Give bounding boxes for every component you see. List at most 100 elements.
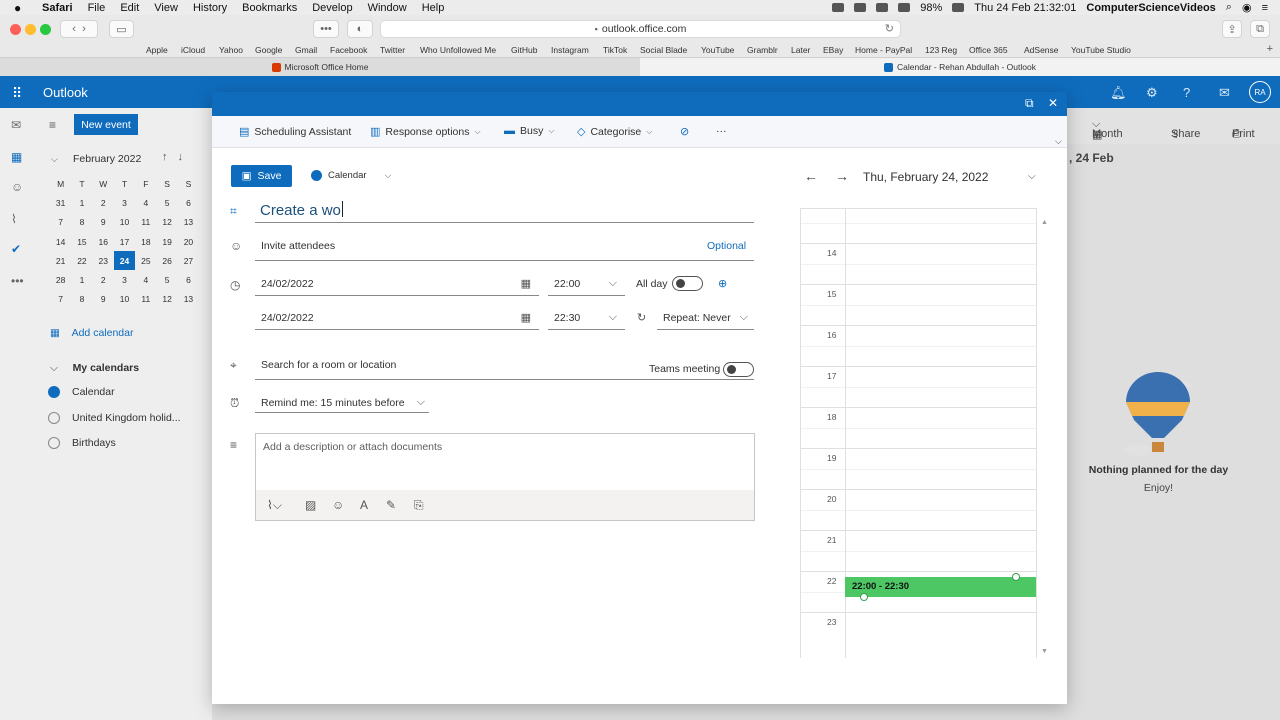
status-icon[interactable] <box>876 3 889 12</box>
mini-calendar-day[interactable]: 9 <box>93 290 114 309</box>
categorise-button[interactable]: ◇ Categorise ⌵ <box>577 125 652 139</box>
calendar-select[interactable]: Calendar ⌵ <box>311 170 391 181</box>
gear-icon[interactable]: ⚙ <box>1146 85 1158 101</box>
todo-icon[interactable]: ✔ <box>11 242 21 256</box>
mini-calendar-day[interactable]: 14 <box>50 232 71 251</box>
siri-icon[interactable]: ◉ <box>1242 1 1252 14</box>
resize-handle[interactable] <box>1012 573 1020 581</box>
teams-meeting-toggle[interactable] <box>723 362 754 377</box>
month-view-button[interactable]: ▦ Month ⌵ <box>1092 118 1123 141</box>
mini-calendar-day[interactable]: 2 <box>93 193 114 212</box>
description-editor[interactable]: Add a description or attach documents ⌇⌵… <box>255 433 755 521</box>
menu-file[interactable]: File <box>88 2 106 14</box>
calendar-picker-icon[interactable]: ▦ <box>521 277 531 290</box>
menu-safari[interactable]: Safari <box>42 2 73 14</box>
timezone-icon[interactable]: ⊕ <box>718 277 727 290</box>
scroll-down-icon[interactable]: ▼ <box>1041 648 1048 655</box>
share-button[interactable]: ⇪ <box>1222 20 1242 38</box>
busy-status-button[interactable]: ▬ Busy ⌵ <box>504 125 554 137</box>
menu-icon[interactable]: ≡ <box>49 118 56 132</box>
favorite-link[interactable]: YouTube Studio <box>1071 45 1131 55</box>
tab-outlook-calendar[interactable]: Calendar - Rehan Abdullah - Outlook <box>640 58 1280 76</box>
sidebar-toggle-button[interactable]: ▭ <box>109 20 134 38</box>
megaphone-icon[interactable]: ✉ <box>1219 85 1230 101</box>
mini-calendar-day[interactable]: 4 <box>135 270 156 289</box>
event-preview-block[interactable]: 22:00 - 22:30 <box>845 577 1036 597</box>
mini-calendar-day[interactable]: 16 <box>93 232 114 251</box>
calendar-item[interactable]: Calendar <box>48 386 115 398</box>
favorite-link[interactable]: Gramblr <box>747 45 778 55</box>
address-bar[interactable]: ▪ outlook.office.com ↻ <box>380 20 901 38</box>
clock[interactable]: Thu 24 Feb 21:32:01 <box>974 2 1076 14</box>
pop-out-icon[interactable]: ⧉ <box>1025 96 1034 111</box>
favorite-link[interactable]: Gmail <box>295 45 317 55</box>
battery-icon[interactable] <box>952 3 965 12</box>
mini-calendar-day[interactable]: 18 <box>135 232 156 251</box>
add-favorite-icon[interactable]: + <box>1267 43 1273 55</box>
response-options-button[interactable]: ▥ Response options ⌵ <box>370 125 481 139</box>
next-day-icon[interactable]: → <box>835 168 849 184</box>
scroll-up-icon[interactable]: ▲ <box>1041 219 1048 226</box>
back-icon[interactable]: ‹ <box>72 23 76 35</box>
mini-calendar-day[interactable]: 20 <box>178 232 199 251</box>
tab-office-home[interactable]: Microsoft Office Home <box>0 58 640 76</box>
favorite-link[interactable]: AdSense <box>1024 45 1059 55</box>
mini-calendar-day[interactable]: 6 <box>178 270 199 289</box>
calendar-icon[interactable]: ▦ <box>11 150 22 164</box>
mini-calendar-day[interactable]: 27 <box>178 251 199 270</box>
mini-calendar-title[interactable]: February 2022 <box>73 153 141 165</box>
attach-icon[interactable]: ⌇⌵ <box>267 498 282 513</box>
mail-icon[interactable]: ✉ <box>11 118 21 132</box>
circle-icon[interactable] <box>48 412 60 424</box>
repeat-select[interactable]: Repeat: Never ⌵ <box>657 307 754 330</box>
favorite-link[interactable]: Social Blade <box>640 45 687 55</box>
previous-day-icon[interactable]: ← <box>804 168 818 184</box>
format-icon[interactable]: A <box>360 498 368 512</box>
attach-icon[interactable]: ⌇ <box>11 212 17 226</box>
menu-edit[interactable]: Edit <box>120 2 139 14</box>
mini-calendar-day[interactable]: 21 <box>50 251 71 270</box>
calendar-picker-icon[interactable]: ▦ <box>521 311 531 324</box>
chevron-down-icon[interactable]: ⌵ <box>51 154 58 165</box>
end-date-input[interactable]: 24/02/2022 ▦ <box>255 307 539 330</box>
resize-handle[interactable] <box>860 593 868 601</box>
menu-help[interactable]: Help <box>422 2 445 14</box>
arrow-up-icon[interactable]: ↑ <box>162 151 178 163</box>
more-apps-icon[interactable]: ••• <box>11 274 24 288</box>
mini-calendar-day[interactable]: 19 <box>156 232 177 251</box>
favorite-link[interactable]: Instagram <box>551 45 589 55</box>
mini-calendar-day[interactable]: 1 <box>71 193 92 212</box>
mini-calendar-day[interactable]: 7 <box>50 213 71 232</box>
favorite-link[interactable]: Google <box>255 45 282 55</box>
mini-calendar-day[interactable]: 24 <box>113 251 136 271</box>
mini-calendar-day[interactable]: 25 <box>135 251 156 270</box>
day-pane-date[interactable]: Thu, February 24, 2022 <box>863 170 988 184</box>
mini-calendar-day[interactable]: 31 <box>50 193 71 212</box>
favorite-link[interactable]: Home - PayPal <box>855 45 912 55</box>
menu-window[interactable]: Window <box>368 2 407 14</box>
user-name[interactable]: ComputerScienceVideos <box>1086 2 1215 14</box>
image-icon[interactable]: ▨ <box>305 498 316 512</box>
calendar-item[interactable]: Birthdays <box>48 437 116 449</box>
mini-calendar-day[interactable]: 26 <box>156 251 177 270</box>
arrow-down-icon[interactable]: ↓ <box>178 151 194 163</box>
mini-calendar-day[interactable]: 8 <box>71 290 92 309</box>
mini-calendar-day[interactable]: 5 <box>156 193 177 212</box>
favorite-link[interactable]: TikTok <box>603 45 627 55</box>
mini-calendar-day[interactable]: 12 <box>156 290 177 309</box>
chevron-down-icon[interactable]: ⌵ <box>1055 136 1062 147</box>
mini-calendar-day[interactable]: 3 <box>114 270 135 289</box>
mini-calendar-day[interactable]: 17 <box>114 232 135 251</box>
event-title-input[interactable]: Create a wo <box>255 198 754 223</box>
status-icon[interactable] <box>832 3 845 12</box>
favorite-link[interactable]: iCloud <box>181 45 205 55</box>
mini-calendar-day[interactable]: 9 <box>93 213 114 232</box>
calendar-item[interactable]: United Kingdom holid... <box>48 412 181 424</box>
tab-overview-button[interactable]: ••• <box>313 20 339 38</box>
mini-calendar-day[interactable]: 15 <box>71 232 92 251</box>
favorite-link[interactable]: Facebook <box>330 45 367 55</box>
more-options-button[interactable]: ··· <box>716 125 727 137</box>
menu-history[interactable]: History <box>193 2 227 14</box>
circle-icon[interactable] <box>48 437 60 449</box>
menu-view[interactable]: View <box>154 2 178 14</box>
